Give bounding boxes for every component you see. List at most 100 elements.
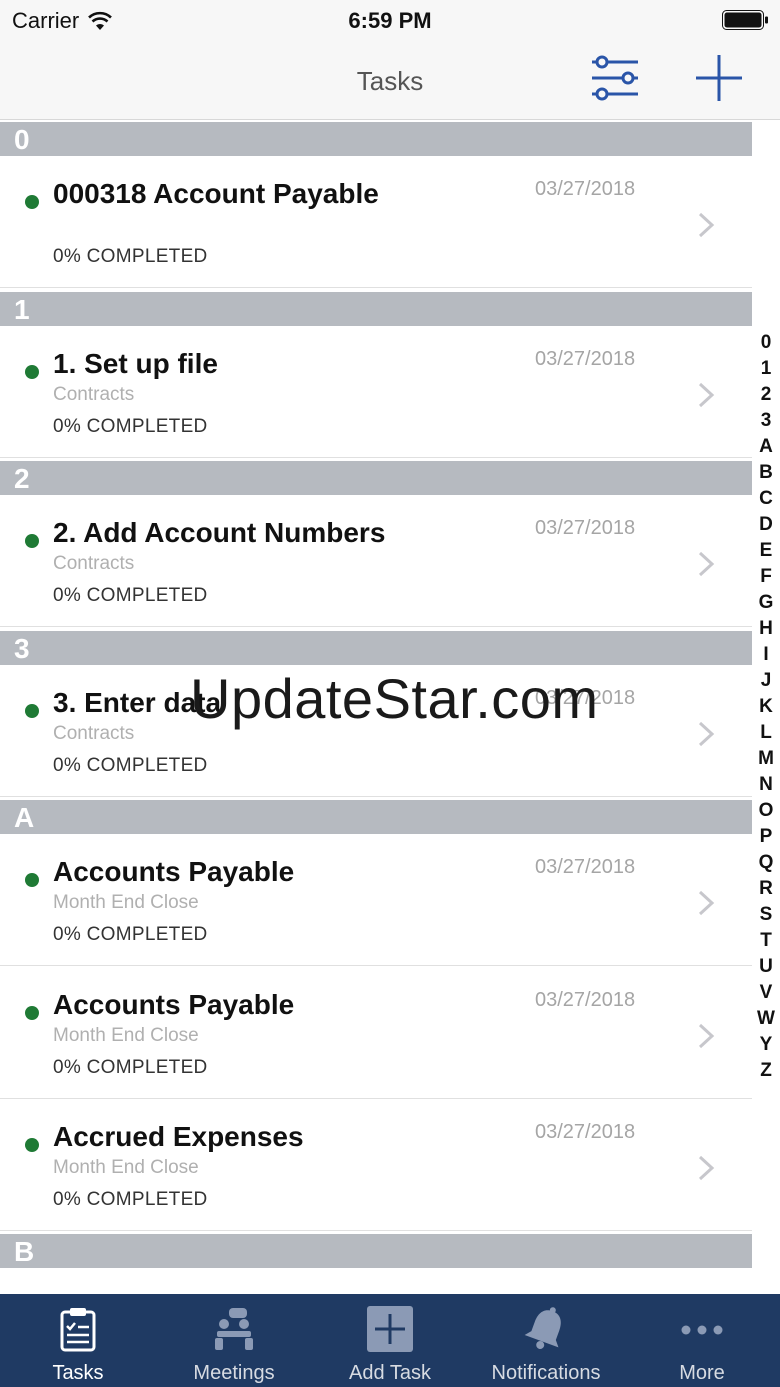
index-letter[interactable]: 1 bbox=[752, 356, 780, 382]
page-title: Tasks bbox=[356, 66, 424, 96]
task-row[interactable]: Accrued Expenses Month End Close 0% COMP… bbox=[0, 1099, 752, 1231]
index-letter[interactable]: J bbox=[752, 668, 780, 694]
task-date: 03/27/2018 bbox=[535, 687, 636, 709]
task-category: Contracts bbox=[53, 723, 135, 744]
status-dot bbox=[25, 365, 39, 379]
status-dot bbox=[25, 1006, 39, 1020]
tab-label: Add Task bbox=[349, 1362, 431, 1384]
task-row[interactable]: Accounts Payable Month End Close 0% COMP… bbox=[0, 834, 752, 966]
status-dot bbox=[25, 873, 39, 887]
status-dot bbox=[25, 1138, 39, 1152]
task-row[interactable]: 000318 Account Payable 0% COMPLETED 03/2… bbox=[0, 156, 752, 288]
index-letter[interactable]: 0 bbox=[752, 330, 780, 356]
index-letter[interactable]: V bbox=[752, 980, 780, 1006]
index-letter[interactable]: S bbox=[752, 902, 780, 928]
tab-label: Notifications bbox=[491, 1362, 601, 1384]
task-category: Month End Close bbox=[53, 1025, 199, 1046]
section-index[interactable]: 0123ABCDEFGHIJKLMNOPQRSTUVWYZ bbox=[752, 330, 780, 1084]
clock: 6:59 PM bbox=[348, 8, 432, 33]
chevron-right-icon bbox=[698, 382, 715, 408]
index-letter[interactable]: P bbox=[752, 824, 780, 850]
task-progress: 0% COMPLETED bbox=[53, 416, 208, 437]
tab-label: More bbox=[679, 1362, 725, 1384]
index-letter[interactable]: 3 bbox=[752, 408, 780, 434]
index-letter[interactable]: R bbox=[752, 876, 780, 902]
task-title: 1. Set up file bbox=[53, 348, 218, 379]
tab-label: Tasks bbox=[52, 1362, 104, 1384]
status-dot bbox=[25, 534, 39, 548]
task-date: 03/27/2018 bbox=[535, 178, 636, 200]
index-letter[interactable]: U bbox=[752, 954, 780, 980]
index-letter[interactable]: K bbox=[752, 694, 780, 720]
index-letter[interactable]: L bbox=[752, 720, 780, 746]
task-row[interactable]: Accounts Payable Month End Close 0% COMP… bbox=[0, 967, 752, 1099]
filter-button[interactable] bbox=[586, 52, 644, 104]
index-letter[interactable]: M bbox=[752, 746, 780, 772]
tab-tasks[interactable]: Tasks bbox=[0, 1294, 156, 1387]
index-letter[interactable]: A bbox=[752, 434, 780, 460]
task-progress: 0% COMPLETED bbox=[53, 1189, 208, 1210]
section-header: 0 bbox=[0, 122, 752, 156]
add-task-button[interactable] bbox=[690, 52, 748, 104]
clipboard-icon bbox=[60, 1308, 96, 1352]
task-date: 03/27/2018 bbox=[535, 1121, 636, 1143]
index-letter[interactable]: Z bbox=[752, 1058, 780, 1084]
chevron-right-icon bbox=[698, 212, 715, 238]
chevron-right-icon bbox=[698, 1023, 715, 1049]
chevron-right-icon bbox=[698, 721, 715, 747]
task-date: 03/27/2018 bbox=[535, 989, 636, 1011]
index-letter[interactable]: E bbox=[752, 538, 780, 564]
task-progress: 0% COMPLETED bbox=[53, 585, 208, 606]
plus-icon bbox=[696, 55, 742, 101]
task-list[interactable]: 0 000318 Account Payable 0% COMPLETED 03… bbox=[0, 120, 752, 1294]
bell-icon bbox=[524, 1307, 561, 1349]
index-letter[interactable]: T bbox=[752, 928, 780, 954]
task-row[interactable]: 1. Set up file Contracts 0% COMPLETED 03… bbox=[0, 326, 752, 458]
section-header: 2 bbox=[0, 461, 752, 495]
index-letter[interactable]: C bbox=[752, 486, 780, 512]
sliders-icon bbox=[592, 55, 638, 101]
status-dot bbox=[25, 195, 39, 209]
task-date: 03/27/2018 bbox=[535, 856, 636, 878]
tab-notifications[interactable]: Notifications bbox=[468, 1294, 624, 1387]
task-title: 3. Enter data bbox=[53, 687, 222, 718]
index-letter[interactable]: W bbox=[752, 1006, 780, 1032]
task-category: Month End Close bbox=[53, 1157, 199, 1178]
tab-add-task[interactable]: Add Task bbox=[312, 1294, 468, 1387]
index-letter[interactable]: I bbox=[752, 642, 780, 668]
status-bar: Carrier 6:59 PM bbox=[0, 0, 780, 40]
task-date: 03/27/2018 bbox=[535, 517, 636, 539]
tab-bar: Tasks Meetings Add Task Notifications Mo… bbox=[0, 1294, 780, 1387]
task-row[interactable]: 2. Add Account Numbers Contracts 0% COMP… bbox=[0, 495, 752, 627]
index-letter[interactable]: N bbox=[752, 772, 780, 798]
task-title: Accrued Expenses bbox=[53, 1121, 304, 1152]
index-letter[interactable]: O bbox=[752, 798, 780, 824]
task-progress: 0% COMPLETED bbox=[53, 1057, 208, 1078]
index-letter[interactable]: 2 bbox=[752, 382, 780, 408]
task-category: Contracts bbox=[53, 384, 135, 405]
chevron-right-icon bbox=[698, 1155, 715, 1181]
tab-more[interactable]: More bbox=[624, 1294, 780, 1387]
section-header: B bbox=[0, 1234, 752, 1268]
chevron-right-icon bbox=[698, 551, 715, 577]
index-letter[interactable]: G bbox=[752, 590, 780, 616]
index-letter[interactable]: Q bbox=[752, 850, 780, 876]
battery-icon bbox=[722, 10, 768, 30]
task-category: Contracts bbox=[53, 553, 135, 574]
more-dots-icon bbox=[681, 1325, 723, 1335]
task-date: 03/27/2018 bbox=[535, 348, 636, 370]
index-letter[interactable]: D bbox=[752, 512, 780, 538]
task-category: Month End Close bbox=[53, 892, 199, 913]
meeting-icon bbox=[215, 1308, 253, 1350]
index-letter[interactable]: Y bbox=[752, 1032, 780, 1058]
task-title: Accounts Payable bbox=[53, 989, 295, 1020]
index-letter[interactable]: B bbox=[752, 460, 780, 486]
section-header: A bbox=[0, 800, 752, 834]
task-row[interactable]: 3. Enter data Contracts 0% COMPLETED 03/… bbox=[0, 665, 752, 797]
task-progress: 0% COMPLETED bbox=[53, 246, 208, 267]
add-square-icon bbox=[367, 1306, 413, 1352]
tab-meetings[interactable]: Meetings bbox=[156, 1294, 312, 1387]
section-header: 3 bbox=[0, 631, 752, 665]
index-letter[interactable]: F bbox=[752, 564, 780, 590]
index-letter[interactable]: H bbox=[752, 616, 780, 642]
